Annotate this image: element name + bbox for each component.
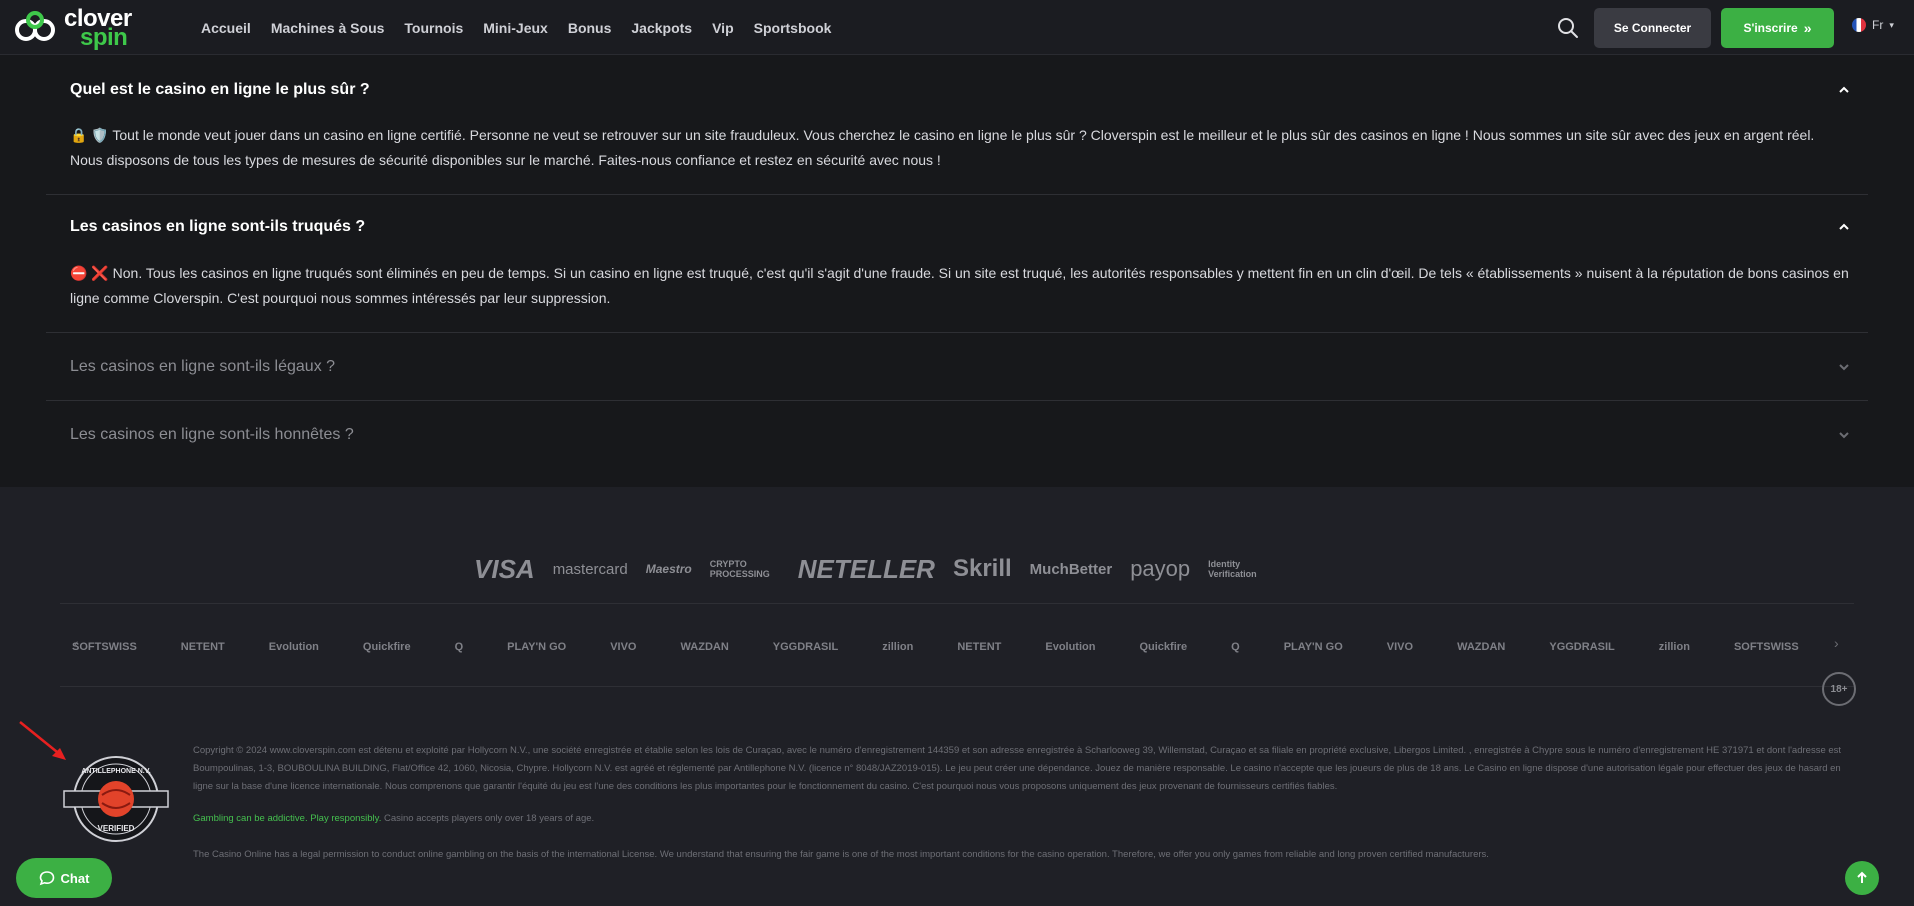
scroll-top-button[interactable]	[1845, 861, 1879, 895]
crypto-processing-logo: CRYPTO PROCESSING	[709, 559, 770, 579]
maestro-logo: Maestro	[645, 562, 692, 576]
faq-question[interactable]: Les casinos en ligne sont-ils truqués ?	[70, 218, 365, 236]
double-chevron-right-icon: »	[1803, 20, 1812, 36]
provider-logo: PLAY'N GO	[1283, 641, 1343, 653]
provider-logo: WAZDAN	[1457, 641, 1506, 653]
arrow-up-icon	[1857, 871, 1867, 883]
nav-machines-a-sous[interactable]: Machines à Sous	[271, 20, 385, 36]
provider-logo: Evolution	[268, 641, 319, 653]
skrill-logo: Skrill	[952, 555, 1012, 582]
mastercard-logo: mastercard	[552, 560, 628, 578]
faq-answer: 🔒 🛡️ Tout le monde veut jouer dans un ca…	[70, 127, 1815, 168]
provider-logo: VIVO	[1386, 641, 1414, 653]
provider-logo: Q	[1231, 641, 1240, 653]
muchbetter-logo: MuchBetter	[1029, 560, 1113, 578]
chevron-up-icon[interactable]	[1838, 84, 1850, 96]
nav-tournois[interactable]: Tournois	[404, 20, 463, 36]
divider	[60, 603, 1854, 604]
chevron-up-icon[interactable]	[1838, 221, 1850, 233]
language-selector[interactable]: Fr ▾	[1852, 18, 1894, 32]
cloverspin-logo[interactable]: clover spin	[14, 6, 164, 50]
nav-bonus[interactable]: Bonus	[568, 20, 612, 36]
provider-logo: Quickfire	[362, 641, 411, 653]
provider-logo: Q	[454, 641, 464, 653]
license-text: The Casino Online has a legal permission…	[193, 849, 1489, 860]
age-18-icon: 18+	[1822, 672, 1856, 706]
faq-question[interactable]: Les casinos en ligne sont-ils légaux ?	[70, 358, 335, 376]
identity-verification-logo: Identity Verification	[1208, 559, 1257, 579]
provider-logo: NETENT	[180, 641, 225, 653]
age-label: 18+	[1830, 683, 1848, 695]
chevron-down-icon: ▾	[1889, 19, 1894, 30]
provider-logo: YGGDRASIL	[772, 641, 839, 653]
provider-logo: NETENT	[957, 641, 1002, 653]
signup-label: S'inscrire	[1743, 21, 1798, 35]
responsible-gambling-text: Gambling can be addictive. Play responsi…	[193, 813, 594, 824]
faq-item: Les casinos en ligne sont-ils honnêtes ?	[46, 401, 1868, 469]
provider-logo: Evolution	[1045, 641, 1096, 653]
nav-mini-jeux[interactable]: Mini-Jeux	[483, 20, 548, 36]
chat-button[interactable]: Chat	[16, 858, 112, 898]
site-header: clover spin Accueil Machines à Sous Tour…	[0, 0, 1914, 55]
faq-item: Les casinos en ligne sont-ils truqués ? …	[46, 195, 1868, 333]
responsible-gambling-link[interactable]: Gambling can be addictive. Play responsi…	[193, 813, 381, 824]
footer: VISA mastercard Maestro CRYPTO PROCESSIN…	[0, 487, 1914, 906]
faq-question[interactable]: Les casinos en ligne sont-ils honnêtes ?	[70, 426, 354, 444]
providers-carousel: SOFTSWISS NETENT Evolution Quickfire Q PLAY'N…	[72, 627, 1840, 667]
age-notice: Casino accepts players only over 18 year…	[381, 813, 595, 824]
antillephone-verified-badge[interactable]: ANTILLEPHONE N.V. VERIFIED	[62, 755, 170, 843]
divider	[60, 686, 1854, 687]
clover-icon	[15, 11, 55, 41]
login-label: Se Connecter	[1613, 21, 1692, 35]
provider-logo: SOFTSWISS	[1733, 641, 1799, 653]
nav-sportsbook[interactable]: Sportsbook	[754, 20, 832, 36]
faq-item: Les casinos en ligne sont-ils légaux ?	[46, 333, 1868, 401]
badge-top-text: ANTILLEPHONE N.V.	[81, 768, 150, 775]
chevron-right-icon[interactable]: ›	[1834, 635, 1839, 651]
chevron-down-icon[interactable]	[1838, 429, 1850, 441]
faq-answer: ⛔ ❌ Non. Tous les casinos en ligne truqu…	[70, 265, 1849, 306]
provider-logo: zillion	[1658, 641, 1690, 653]
neteller-logo: NETELLER	[797, 553, 935, 584]
chat-label: Chat	[60, 870, 90, 886]
signup-button[interactable]: S'inscrire »	[1721, 8, 1834, 48]
main-nav: Accueil Machines à Sous Tournois Mini-Je…	[201, 0, 831, 55]
faq-question[interactable]: Quel est le casino en ligne le plus sûr …	[70, 81, 370, 99]
copyright-text: Copyright © 2024 www.cloverspin.com est …	[193, 745, 1842, 792]
badge-bottom-text: VERIFIED	[98, 824, 135, 833]
provider-logo: SOFTSWISS	[72, 641, 137, 653]
visa-logo: VISA	[474, 553, 535, 584]
nav-vip[interactable]: Vip	[712, 20, 734, 36]
provider-logo: YGGDRASIL	[1549, 641, 1615, 653]
nav-accueil[interactable]: Accueil	[201, 20, 251, 36]
search-icon[interactable]	[1556, 16, 1580, 40]
provider-logo: VIVO	[610, 641, 637, 653]
chevron-down-icon[interactable]	[1838, 361, 1850, 373]
logo-text-spin: spin	[80, 24, 128, 51]
nav-jackpots[interactable]: Jackpots	[631, 20, 692, 36]
provider-logo: Quickfire	[1139, 641, 1188, 653]
chat-bubble-icon	[39, 871, 54, 886]
provider-logo: zillion	[882, 641, 914, 653]
provider-logo: PLAY'N GO	[507, 641, 567, 653]
login-button[interactable]: Se Connecter	[1594, 8, 1711, 48]
language-label: Fr	[1872, 18, 1884, 32]
france-flag-icon	[1852, 18, 1866, 32]
provider-logo: WAZDAN	[680, 641, 729, 653]
faq-item: Quel est le casino en ligne le plus sûr …	[46, 55, 1868, 195]
payment-methods: VISA mastercard Maestro CRYPTO PROCESSIN…	[474, 549, 1272, 589]
payop-logo: payop	[1130, 556, 1191, 581]
faq-section: Quel est le casino en ligne le plus sûr …	[0, 55, 1914, 487]
